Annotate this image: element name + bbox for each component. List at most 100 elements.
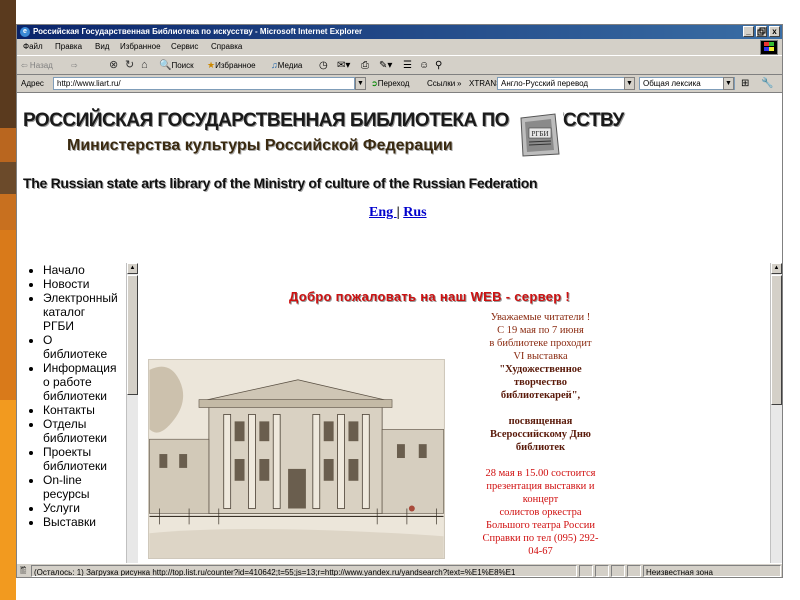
nav-item-label: Проекты <box>43 445 92 459</box>
print-icon[interactable]: ⎙ <box>361 56 369 75</box>
nav-item-label: Выставки <box>43 515 96 529</box>
nav-item[interactable]: ЭлектронныйкаталогРГБИ <box>43 291 139 333</box>
menu-view[interactable]: Вид <box>95 39 109 54</box>
nav-item[interactable]: Информацияо работебиблиотеки <box>43 361 139 403</box>
slide-strip-5 <box>0 230 16 400</box>
scroll-up-icon[interactable]: ▲ <box>771 263 782 274</box>
favorites-button[interactable]: ★Избранное <box>207 56 256 75</box>
page-title-en: The Russian state arts library of the Mi… <box>23 175 538 191</box>
nav-item[interactable]: Отделыбиблиотеки <box>43 417 139 445</box>
search-icon: 🔍 <box>159 60 172 71</box>
nav-item-label: Контакты <box>43 403 95 417</box>
nav-item-label: О <box>43 333 53 347</box>
menu-edit[interactable]: Правка <box>55 39 82 54</box>
address-input[interactable]: http://www.liart.ru/ <box>53 77 355 90</box>
nav-item-label: каталог <box>43 305 86 319</box>
translate-direction-select[interactable]: Англо-Русский перевод <box>497 77 625 90</box>
nav-item-label: ресурсы <box>43 487 90 501</box>
page-content: РОССИЙСКАЯ ГОСУДАРСТВЕННАЯ БИБЛИОТЕКА ПО… <box>17 93 782 563</box>
nav-item-label: Отделы <box>43 417 87 431</box>
close-button[interactable]: x <box>769 26 780 37</box>
nav-item[interactable]: Выставки <box>43 515 139 529</box>
nav-item-label: On-line <box>43 473 82 487</box>
restore-icon <box>757 27 766 36</box>
address-dropdown[interactable]: ▼ <box>355 77 366 90</box>
main-scroll-thumb[interactable] <box>771 275 782 405</box>
security-zone: Неизвестная зона <box>643 565 781 577</box>
status-pane-1 <box>579 565 593 577</box>
slide-strip-3 <box>0 162 16 194</box>
history-icon[interactable]: ◷ <box>319 56 328 75</box>
go-button[interactable]: ➲Переход <box>371 75 409 92</box>
nav-frame: НачалоНовостиЭлектронныйкаталогРГБИОбибл… <box>17 263 139 563</box>
translate-icon[interactable]: ⊞ <box>741 75 749 92</box>
window-title: Российская Государственная Библиотека по… <box>33 27 363 36</box>
lang-rus-link[interactable]: Rus <box>403 205 426 220</box>
wrench-icon[interactable]: 🔧 <box>761 75 773 92</box>
nav-item[interactable]: On-lineресурсы <box>43 473 139 501</box>
media-icon: ♫ <box>271 60 278 70</box>
minimize-button[interactable]: _ <box>743 26 754 37</box>
menu-file[interactable]: Файл <box>23 39 43 54</box>
nav-item-label: РГБИ <box>43 319 75 333</box>
main-vertical-scrollbar[interactable]: ▲ <box>770 263 782 563</box>
mail-icon[interactable]: ✉▾ <box>337 56 350 75</box>
lang-eng-link[interactable]: Eng <box>369 205 397 220</box>
messenger-icon[interactable]: ☺ <box>419 56 429 75</box>
ie-page-icon: 🖺 <box>20 566 27 575</box>
lexicon-dropdown[interactable]: ▼ <box>723 77 734 90</box>
nav-scroll-thumb[interactable] <box>127 275 138 395</box>
nav-item-label: Услуги <box>43 501 80 515</box>
nav-list: НачалоНовостиЭлектронныйкаталогРГБИОбибл… <box>17 263 139 529</box>
status-pane-4 <box>627 565 641 577</box>
nav-item-label: Начало <box>43 263 85 277</box>
edit-icon[interactable]: ✎▾ <box>379 56 392 75</box>
go-arrow-icon: ➲ <box>371 79 378 88</box>
nav-vertical-scrollbar[interactable]: ▲ <box>126 263 138 563</box>
announcement-block: Уважаемые читатели ! С 19 мая по 7 июня … <box>482 312 599 557</box>
nav-item[interactable]: Проектыбиблиотеки <box>43 445 139 473</box>
nav-item[interactable]: Обиблиотеке <box>43 333 139 361</box>
lexicon-select[interactable]: Общая лексика <box>639 77 735 90</box>
stop-icon[interactable]: ⊗ <box>109 56 118 75</box>
ministry-subtitle: Министерства культуры Российской Федерац… <box>67 137 453 154</box>
ie-logo-icon: e <box>20 27 30 37</box>
slide-strip-2 <box>0 128 16 162</box>
nav-item[interactable]: Начало <box>43 263 139 277</box>
welcome-banner: Добро пожаловать на наш WEB - сервер ! <box>289 289 570 304</box>
home-icon[interactable]: ⌂ <box>141 56 148 75</box>
menu-help[interactable]: Справка <box>211 39 242 54</box>
maximize-button[interactable] <box>756 26 767 37</box>
links-label[interactable]: Ссылки <box>427 75 455 92</box>
status-text: (Осталось: 1) Загрузка рисунка http://to… <box>31 565 577 577</box>
language-switcher: Eng | Rus <box>369 205 427 221</box>
menu-bar: Файл Правка Вид Избранное Сервис Справка <box>17 39 782 54</box>
refresh-icon[interactable]: ↻ <box>125 56 134 75</box>
windows-logo-icon <box>760 40 778 55</box>
svg-text:РГБИ: РГБИ <box>531 130 548 138</box>
translate-direction-dropdown[interactable]: ▼ <box>624 77 635 90</box>
back-button[interactable]: ⇦ Назад <box>21 56 53 75</box>
status-pane-2 <box>595 565 609 577</box>
media-button[interactable]: ♫Медиа <box>271 56 302 75</box>
rgbi-logo: РГБИ <box>515 110 563 160</box>
nav-item[interactable]: Услуги <box>43 501 139 515</box>
nav-item-label: библиотеки <box>43 459 108 473</box>
nav-item-label: о работе <box>43 375 92 389</box>
slide-strip-6 <box>0 400 16 600</box>
nav-item-label: Информация <box>43 361 117 375</box>
status-pane-3 <box>611 565 625 577</box>
discuss-icon[interactable]: ☰ <box>403 56 412 75</box>
forward-button[interactable]: ⇨ <box>71 56 78 75</box>
research-icon[interactable]: ⚲ <box>435 56 442 75</box>
search-button[interactable]: 🔍Поиск <box>159 56 194 75</box>
menu-tools[interactable]: Сервис <box>171 39 198 54</box>
scroll-up-icon[interactable]: ▲ <box>127 263 138 274</box>
menu-favorites[interactable]: Избранное <box>120 39 161 54</box>
status-bar: 🖺 (Осталось: 1) Загрузка рисунка http://… <box>17 563 782 578</box>
chevron-right-icon[interactable]: » <box>457 75 461 92</box>
nav-item[interactable]: Новости <box>43 277 139 291</box>
nav-item[interactable]: Контакты <box>43 403 139 417</box>
nav-item-label: библиотеке <box>43 347 108 361</box>
nav-item-label: библиотеки <box>43 431 108 445</box>
